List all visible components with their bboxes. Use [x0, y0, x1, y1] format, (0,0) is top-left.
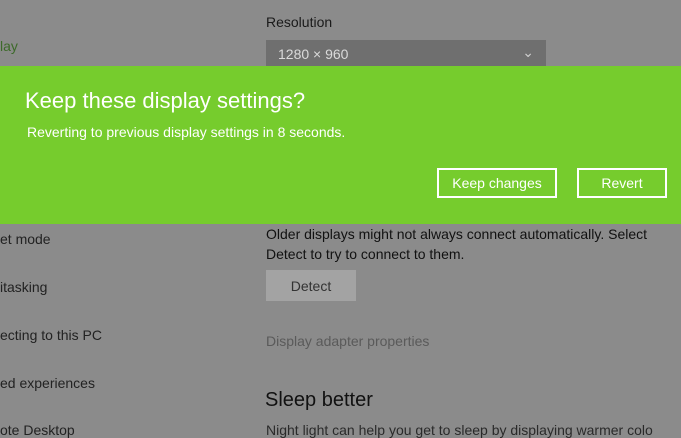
detect-button[interactable]: Detect — [266, 270, 356, 301]
sidebar-item-multitasking[interactable]: itasking — [0, 279, 47, 295]
resolution-value: 1280 × 960 — [278, 46, 349, 62]
sleep-better-heading: Sleep better — [265, 389, 373, 411]
dialog-countdown-message: Reverting to previous display settings i… — [27, 124, 346, 140]
display-adapter-properties-link[interactable]: Display adapter properties — [266, 333, 429, 349]
sidebar-item-remote-desktop[interactable]: ote Desktop — [0, 422, 75, 438]
chevron-down-icon: ⌄ — [522, 44, 534, 60]
keep-changes-button[interactable]: Keep changes — [437, 168, 557, 198]
sidebar-item-projecting[interactable]: ecting to this PC — [0, 327, 102, 343]
detect-description: Older displays might not always connect … — [266, 226, 648, 262]
resolution-label: Resolution — [266, 14, 333, 30]
keep-settings-dialog: Keep these display settings? Reverting t… — [0, 66, 681, 224]
dialog-title: Keep these display settings? — [25, 88, 306, 113]
sidebar-item-tablet-mode[interactable]: et mode — [0, 231, 51, 247]
revert-button[interactable]: Revert — [577, 168, 667, 198]
resolution-dropdown[interactable]: 1280 × 960 ⌄ — [266, 40, 546, 68]
night-light-description: Night light can help you get to sleep by… — [266, 422, 653, 438]
sidebar-item-display[interactable]: lay — [0, 38, 18, 54]
sidebar-item-shared-experiences[interactable]: ed experiences — [0, 375, 95, 391]
